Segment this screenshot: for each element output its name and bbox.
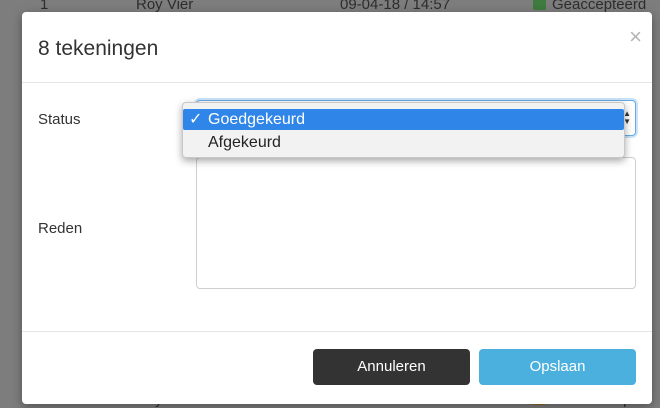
- cancel-button[interactable]: Annuleren: [313, 349, 470, 385]
- header-divider: [22, 82, 652, 83]
- bulk-status-dialog: 8 tekeningen × Status ▲ ▼ Reden Annuleren…: [22, 12, 652, 404]
- status-option-goedgekeurd[interactable]: ✓ Goedgekeurd: [183, 109, 624, 130]
- option-label: Afgekeurd: [208, 134, 281, 151]
- close-icon[interactable]: ×: [629, 26, 642, 48]
- status-label: Status: [38, 111, 81, 128]
- status-dropdown-menu: ✓ Goedgekeurd Afgekeurd: [182, 102, 625, 158]
- reason-label: Reden: [38, 220, 83, 237]
- footer-divider: [22, 331, 652, 332]
- check-status-icon: [533, 0, 546, 10]
- option-label: Goedgekeurd: [208, 111, 305, 128]
- save-button[interactable]: Opslaan: [479, 349, 636, 385]
- reason-textarea[interactable]: [196, 157, 636, 289]
- checkmark-icon: ✓: [189, 111, 203, 128]
- status-option-afgekeurd[interactable]: Afgekeurd: [183, 132, 624, 153]
- dialog-title: 8 tekeningen: [38, 37, 159, 60]
